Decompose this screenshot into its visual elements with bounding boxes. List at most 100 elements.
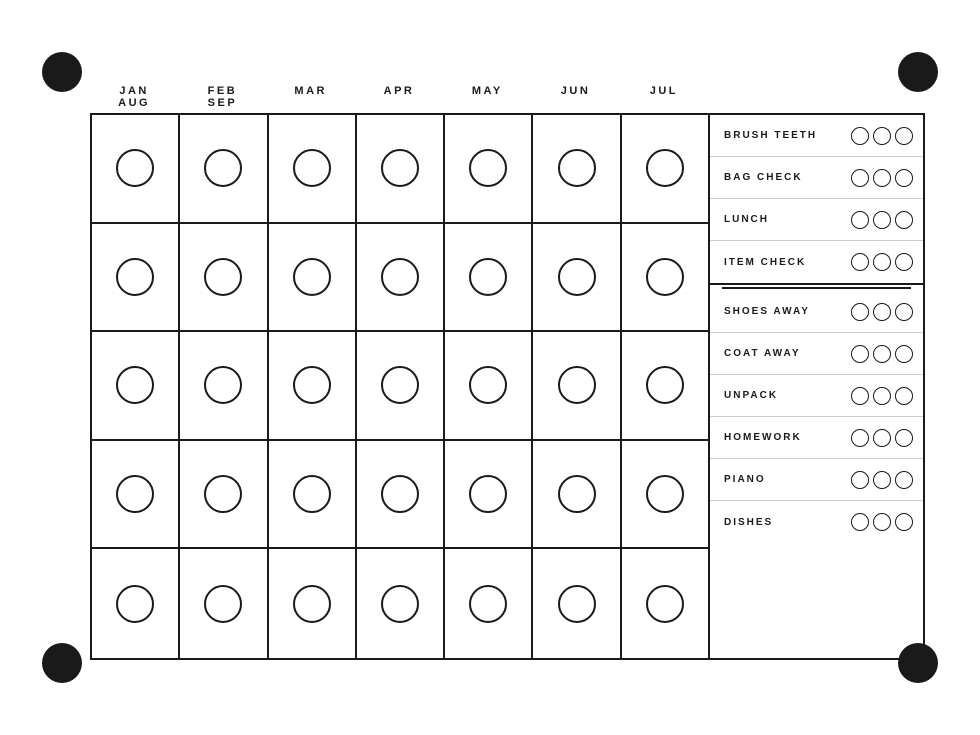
month-header-row: JANFEBMARAPRMAYJUNJULAUGSEP <box>90 85 925 109</box>
grid-circle <box>646 366 684 404</box>
grid-circle <box>293 258 331 296</box>
grid-row <box>92 224 708 333</box>
grid-circle <box>469 366 507 404</box>
grid-circle <box>646 475 684 513</box>
grid-cell <box>357 115 445 222</box>
task-circle <box>851 345 869 363</box>
grid-circle <box>293 366 331 404</box>
task-row: COAT AWAY <box>710 333 923 375</box>
task-circle <box>873 253 891 271</box>
task-row: SHOES AWAY <box>710 291 923 333</box>
task-row: PIANO <box>710 459 923 501</box>
task-row: ITEM CHECK <box>710 241 923 283</box>
grid-circle <box>204 585 242 623</box>
grid-circle <box>116 585 154 623</box>
grid-cell <box>180 549 268 658</box>
grid-cell <box>180 115 268 222</box>
task-row: BRUSH TEETH <box>710 115 923 157</box>
task-label: BRUSH TEETH <box>724 130 851 141</box>
task-circle <box>873 303 891 321</box>
grid-cell <box>269 115 357 222</box>
grid-circle <box>646 585 684 623</box>
grid-cell <box>533 224 621 331</box>
month-label-jun: JUN <box>531 85 619 97</box>
task-circle <box>851 253 869 271</box>
month-headers: JANFEBMARAPRMAYJUNJULAUGSEP <box>90 85 708 109</box>
task-row: DISHES <box>710 501 923 543</box>
task-circle <box>851 211 869 229</box>
grid-cell <box>533 115 621 222</box>
grid-circle <box>558 149 596 187</box>
right-panel: BRUSH TEETH BAG CHECK LUNCH ITEM CHECK SHOE… <box>710 115 923 658</box>
task-circles <box>851 345 913 363</box>
grid-circle <box>558 366 596 404</box>
grid-cell <box>92 332 180 439</box>
grid-cell <box>445 115 533 222</box>
month-label-apr: APR <box>355 85 443 97</box>
task-label: PIANO <box>724 474 851 485</box>
grid-circle <box>381 475 419 513</box>
task-label: LUNCH <box>724 214 851 225</box>
grid-cell <box>533 549 621 658</box>
grid-cell <box>533 332 621 439</box>
task-circle <box>873 127 891 145</box>
grid-cell <box>357 224 445 331</box>
task-circle <box>851 513 869 531</box>
grid-circle <box>293 475 331 513</box>
grid-row <box>92 549 708 658</box>
grid-circle <box>558 258 596 296</box>
grid-circle <box>204 475 242 513</box>
month-label-sep: SEP <box>178 97 266 109</box>
task-circles <box>851 253 913 271</box>
grid-circle <box>469 149 507 187</box>
grid-circle <box>204 149 242 187</box>
grid-circle <box>116 475 154 513</box>
task-circles <box>851 513 913 531</box>
grid-cell <box>269 224 357 331</box>
corner-dot-bl <box>42 643 82 683</box>
grid-cell <box>445 332 533 439</box>
grid-circle <box>293 149 331 187</box>
grid-circle <box>381 149 419 187</box>
corner-dot-tl <box>42 52 82 92</box>
grid-circle <box>469 258 507 296</box>
task-circle <box>851 387 869 405</box>
task-circle <box>873 169 891 187</box>
task-row: BAG CHECK <box>710 157 923 199</box>
task-circle <box>873 513 891 531</box>
task-circle <box>895 253 913 271</box>
grid-cell <box>269 332 357 439</box>
task-circle <box>873 345 891 363</box>
task-label: BAG CHECK <box>724 172 851 183</box>
grid-circle <box>204 366 242 404</box>
grid-cell <box>357 549 445 658</box>
grid-cell <box>622 224 708 331</box>
month-label-aug: AUG <box>90 97 178 109</box>
task-circle <box>851 127 869 145</box>
grid-cell <box>92 224 180 331</box>
grid-cell <box>180 224 268 331</box>
grid-cell <box>622 115 708 222</box>
month-label-jul: JUL <box>620 85 708 97</box>
grid-cell <box>269 441 357 548</box>
task-circle <box>895 513 913 531</box>
task-circles <box>851 211 913 229</box>
grid-cell <box>445 224 533 331</box>
task-row: LUNCH <box>710 199 923 241</box>
task-circle <box>873 211 891 229</box>
task-circles <box>851 471 913 489</box>
task-row: HOMEWORK <box>710 417 923 459</box>
grid-circle <box>293 585 331 623</box>
task-label: HOMEWORK <box>724 432 851 443</box>
task-group-1: BRUSH TEETH BAG CHECK LUNCH ITEM CHECK <box>710 115 923 285</box>
grid-circle <box>204 258 242 296</box>
task-label: DISHES <box>724 517 851 528</box>
task-circles <box>851 303 913 321</box>
task-circle <box>895 127 913 145</box>
task-label: SHOES AWAY <box>724 306 851 317</box>
grid-cell <box>180 332 268 439</box>
month-label-mar: MAR <box>267 85 355 97</box>
grid-cell <box>622 441 708 548</box>
grid-circle <box>469 585 507 623</box>
grid-circle <box>558 585 596 623</box>
